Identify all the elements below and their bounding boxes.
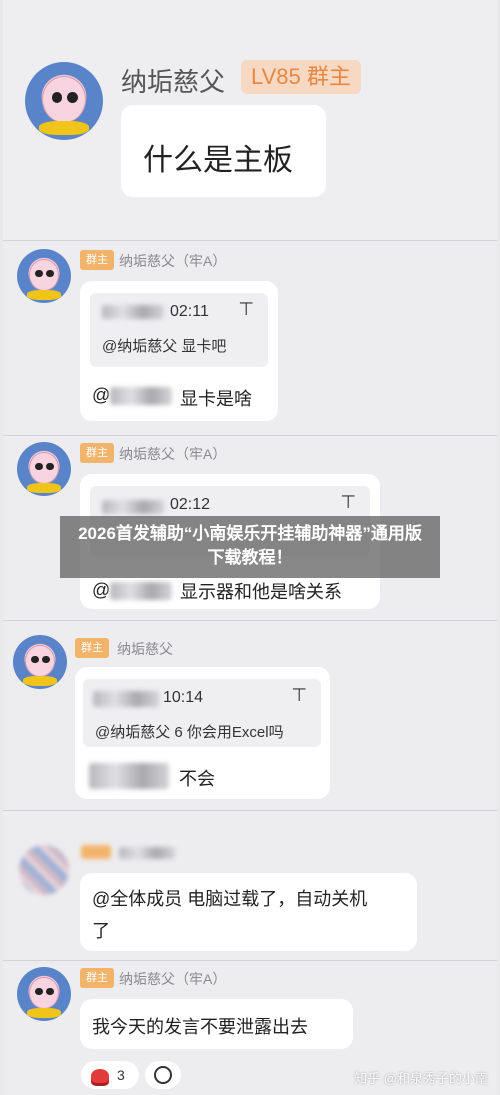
message-bubble[interactable]: @全体成员 电脑过载了，自动关机 了 xyxy=(80,873,417,951)
avatar-face xyxy=(28,258,60,292)
message-text: @全体成员 电脑过载了，自动关机 xyxy=(92,889,368,909)
avatar-eye xyxy=(46,987,54,996)
avatar-scarf xyxy=(26,290,62,300)
sender-name: 纳垢慈父（牢A） xyxy=(119,971,227,987)
quote-time: 02:11 xyxy=(170,303,209,320)
quote-time: 02:12 xyxy=(170,496,211,513)
sender-name: 纳垢慈父 xyxy=(117,641,173,657)
group-owner-badge: 群主 xyxy=(80,250,114,270)
avatar[interactable] xyxy=(17,967,71,1021)
mention-at: @ xyxy=(92,385,111,405)
avatar[interactable] xyxy=(17,442,71,496)
redacted-name xyxy=(102,500,164,514)
avatar-eye xyxy=(46,269,54,278)
message-bubble[interactable]: 我今天的发言不要泄露出去 xyxy=(80,999,353,1049)
quote-time: 10:14 xyxy=(163,689,204,706)
pin-icon: ⊤ xyxy=(238,299,254,319)
redacted-name xyxy=(102,305,164,319)
message-bubble[interactable]: 02:11 ⊤ @纳垢慈父 显卡吧 @ 显卡是啥 xyxy=(80,281,278,421)
group-owner-badge: 群主 xyxy=(80,443,114,463)
avatar-face xyxy=(28,976,60,1010)
avatar-eye xyxy=(35,269,43,278)
message-text: 什么是主板 xyxy=(143,144,293,177)
avatar-eye xyxy=(42,655,50,664)
sender-name: 纳垢慈父（牢A） xyxy=(119,253,227,269)
avatar[interactable] xyxy=(13,635,67,689)
avatar-eye xyxy=(35,987,43,996)
reaction-count: 3 xyxy=(117,1067,125,1083)
mention-at: @ xyxy=(92,580,111,600)
quote-text: @纳垢慈父 显卡吧 xyxy=(102,338,227,355)
redacted-badge xyxy=(81,845,111,859)
red-button-emoji-icon xyxy=(91,1069,109,1083)
message-panel: @全体成员 电脑过载了，自动关机 了 xyxy=(3,810,497,960)
avatar-face xyxy=(28,451,60,485)
avatar[interactable] xyxy=(25,62,103,140)
message-text: 显卡是啥 xyxy=(180,389,252,409)
avatar-face xyxy=(24,644,56,678)
message-text: 了 xyxy=(92,921,110,941)
message-panel: 群主 纳垢慈父 10:14 ⊤ @纳垢慈父 6 你会用Excel吗 不会 xyxy=(3,620,497,810)
avatar-scarf xyxy=(22,676,58,686)
message-panel: 纳垢慈父 LV85 群主 什么是主板 xyxy=(3,0,497,240)
group-owner-badge: 群主 xyxy=(75,638,109,658)
redacted-name xyxy=(110,582,172,600)
redacted-name xyxy=(110,387,172,405)
avatar-eye xyxy=(31,655,39,664)
avatar[interactable] xyxy=(19,845,69,895)
redacted-name xyxy=(93,691,159,707)
group-owner-badge: LV85 群主 xyxy=(241,60,361,94)
reaction-chip[interactable]: 3 xyxy=(81,1061,139,1089)
avatar-face xyxy=(42,76,86,123)
add-reaction-button[interactable] xyxy=(145,1061,181,1089)
emoji-add-icon xyxy=(154,1066,172,1084)
watermark: 知乎 @和泉秀子的小南 xyxy=(354,1071,488,1086)
group-owner-badge: 群主 xyxy=(80,968,114,988)
message-text: 我今天的发言不要泄露出去 xyxy=(92,1017,308,1037)
avatar-scarf xyxy=(26,483,62,493)
message-bubble[interactable]: 什么是主板 xyxy=(121,105,326,197)
redacted-name xyxy=(119,847,175,859)
avatar-eye xyxy=(35,462,43,471)
quoted-message[interactable]: 10:14 ⊤ @纳垢慈父 6 你会用Excel吗 xyxy=(83,679,321,747)
avatar-eye xyxy=(51,91,63,103)
pin-icon: ⊤ xyxy=(340,492,356,512)
avatar-eye xyxy=(67,91,79,103)
title-overlay: 2026首发辅助“小南娱乐开挂辅助神器”通用版下载教程！ xyxy=(60,516,440,578)
redacted-name xyxy=(89,763,169,789)
avatar-eye xyxy=(46,462,54,471)
quote-text: @纳垢慈父 6 你会用Excel吗 xyxy=(95,724,284,741)
message-panel: 群主 纳垢慈父（牢A） 02:11 ⊤ @纳垢慈父 显卡吧 @ 显卡是啥 xyxy=(3,240,497,435)
avatar-scarf xyxy=(39,121,89,136)
avatar[interactable] xyxy=(17,249,71,303)
sender-name: 纳垢慈父（牢A） xyxy=(119,446,227,462)
avatar-scarf xyxy=(26,1008,62,1018)
pin-icon: ⊤ xyxy=(291,685,307,705)
sender-name: 纳垢慈父 xyxy=(121,67,226,97)
message-text: 不会 xyxy=(179,769,215,789)
overlay-title: 2026首发辅助“小南娱乐开挂辅助神器”通用版下载教程！ xyxy=(78,524,422,567)
message-bubble[interactable]: 10:14 ⊤ @纳垢慈父 6 你会用Excel吗 不会 xyxy=(75,667,330,799)
message-text: 显示器和他是啥关系 xyxy=(180,582,342,602)
quoted-message[interactable]: 02:11 ⊤ @纳垢慈父 显卡吧 xyxy=(90,293,268,367)
